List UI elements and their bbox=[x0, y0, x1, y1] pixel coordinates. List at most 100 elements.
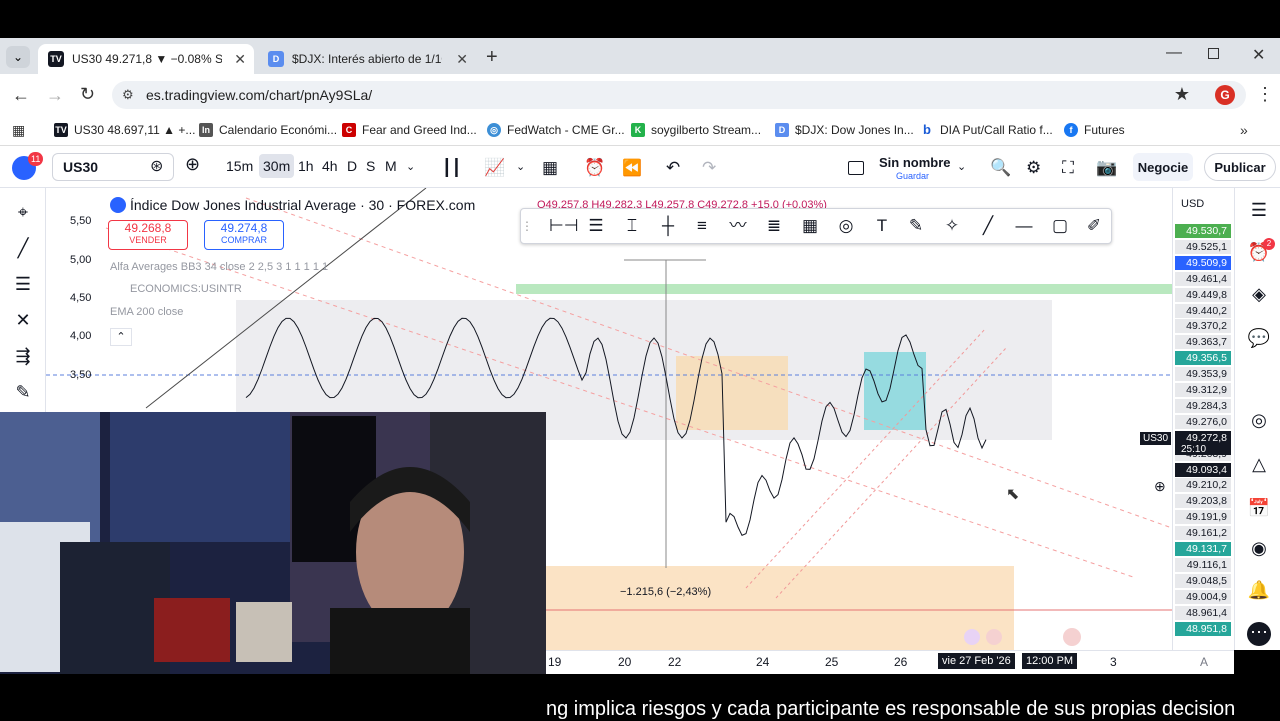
horizontal-ray-icon[interactable]: — bbox=[1013, 215, 1035, 237]
interval-15m[interactable]: 15m bbox=[226, 158, 253, 174]
event-icon-3[interactable] bbox=[1063, 628, 1081, 646]
close-tab-icon[interactable]: ✕ bbox=[234, 51, 246, 68]
profile-avatar[interactable]: G bbox=[1215, 85, 1235, 105]
rectangle-icon[interactable]: ▢ bbox=[1049, 215, 1071, 237]
snapshot-icon[interactable]: 📷 bbox=[1096, 158, 1117, 178]
ideas-icon[interactable]: ◎ bbox=[1247, 410, 1271, 434]
crosshair-add-icon[interactable]: ⊕ bbox=[1154, 478, 1166, 495]
tab-us30[interactable]: TV US30 49.271,8 ▼ −0.08% Sin no ✕ bbox=[38, 44, 254, 74]
restore-icon[interactable] bbox=[1208, 48, 1219, 59]
sell-button[interactable]: 49.268,8 VENDER bbox=[108, 220, 188, 250]
event-icon-2[interactable] bbox=[986, 629, 1002, 645]
reload-icon[interactable]: ↻ bbox=[80, 84, 95, 105]
pencil-icon[interactable]: ✎ bbox=[905, 215, 927, 237]
bookmark-fedwatch[interactable]: ◎ FedWatch - CME Gr... bbox=[487, 123, 625, 137]
layout-checkbox[interactable] bbox=[848, 161, 864, 175]
pattern-icon[interactable]: ✕ bbox=[12, 310, 34, 332]
tab-search-button[interactable]: ⌄ bbox=[6, 46, 30, 68]
cursor-icon[interactable]: ⌖ bbox=[12, 202, 34, 224]
vertical-line-icon[interactable]: ┼ bbox=[657, 215, 679, 237]
bookmark-calendario[interactable]: In Calendario Económi... bbox=[199, 123, 337, 137]
indicator-ema[interactable]: EMA 200 close bbox=[110, 306, 183, 318]
layers-icon[interactable]: ◈ bbox=[1247, 284, 1271, 308]
layout-dropdown-icon[interactable]: ⌄ bbox=[957, 160, 966, 173]
ray-icon[interactable]: ╱ bbox=[977, 215, 999, 237]
bookmark-us30[interactable]: TV US30 48.697,11 ▲ +... bbox=[54, 123, 195, 137]
back-icon[interactable]: ← bbox=[12, 85, 30, 106]
text-cursor-icon[interactable]: ⌶ bbox=[621, 215, 643, 237]
quick-search-icon[interactable]: 🔍 bbox=[990, 158, 1011, 178]
interval-4h[interactable]: 4h bbox=[322, 158, 338, 174]
bookmark-soygilberto[interactable]: Ksoygilberto Stream... bbox=[631, 123, 761, 137]
trade-button[interactable]: Negocie bbox=[1133, 153, 1193, 181]
interval-1h[interactable]: 1h bbox=[298, 158, 314, 174]
drag-handle-icon[interactable]: ⋮ bbox=[521, 215, 533, 237]
pattern-tool-icon[interactable]: ✧ bbox=[941, 215, 963, 237]
interval-dropdown-icon[interactable]: ⌄ bbox=[406, 160, 415, 173]
bookmark-fear-greed[interactable]: C Fear and Greed Ind... bbox=[342, 123, 477, 137]
add-symbol-icon[interactable]: ⊕ bbox=[185, 154, 200, 175]
hotlist-icon[interactable]: △ bbox=[1247, 454, 1271, 478]
grid-icon[interactable]: ▦ bbox=[799, 215, 821, 237]
interval-s[interactable]: S bbox=[366, 158, 375, 174]
date-range-icon[interactable]: ⊢⊣ bbox=[549, 215, 579, 237]
close-tab-icon[interactable]: ✕ bbox=[456, 51, 468, 68]
interval-m[interactable]: M bbox=[385, 158, 397, 174]
fullscreen-icon[interactable]: ⛶ bbox=[1062, 158, 1074, 178]
undo-icon[interactable]: ↶ bbox=[666, 158, 680, 178]
site-info-icon[interactable]: ⚙ bbox=[122, 87, 134, 103]
redo-icon[interactable]: ↷ bbox=[702, 158, 716, 178]
trend-line-icon[interactable]: ╱ bbox=[12, 238, 34, 260]
more-bookmarks-icon[interactable]: » bbox=[1240, 122, 1248, 138]
apps-grid-icon[interactable]: ▦ bbox=[12, 122, 25, 139]
indicator-usintr[interactable]: ECONOMICS:USINTR bbox=[130, 283, 242, 295]
time-axis[interactable]: 19 20 22 24 25 26 vie 27 Feb '26 12:00 P… bbox=[546, 650, 1234, 674]
price-range-icon[interactable]: ☰ bbox=[585, 215, 607, 237]
publish-button[interactable]: Publicar bbox=[1204, 153, 1276, 181]
alert-icon[interactable]: ⏰ bbox=[584, 158, 605, 178]
indicators-icon[interactable]: 📈 bbox=[484, 158, 505, 178]
interval-30m[interactable]: 30m bbox=[259, 154, 295, 178]
candle-type-icon[interactable]: ┃┃ bbox=[442, 158, 461, 178]
layouts-icon[interactable]: ▦ bbox=[542, 158, 558, 178]
fib-icon[interactable]: ☰ bbox=[12, 274, 34, 296]
layout-name[interactable]: Sin nombre bbox=[879, 155, 951, 170]
calendar-icon[interactable]: 📅 bbox=[1247, 498, 1271, 522]
bookmark-djx[interactable]: D $DJX: Dow Jones In... bbox=[775, 123, 914, 137]
streams-icon[interactable]: ◉ bbox=[1247, 538, 1271, 562]
collapse-legend-icon[interactable]: ⌃ bbox=[110, 328, 132, 346]
currency-selector[interactable]: USD bbox=[1181, 198, 1204, 210]
forward-icon[interactable]: → bbox=[46, 85, 64, 106]
forecast-icon[interactable]: ⇶ bbox=[12, 346, 34, 368]
browser-menu-icon[interactable]: ⋮ bbox=[1256, 84, 1274, 105]
chat-icon[interactable]: 💬 bbox=[1247, 328, 1271, 352]
close-window-icon[interactable]: ✕ bbox=[1252, 45, 1265, 65]
interval-d[interactable]: D bbox=[347, 158, 357, 174]
new-tab-icon[interactable]: + bbox=[486, 46, 498, 69]
event-icon-1[interactable] bbox=[964, 629, 980, 645]
indicators-dropdown-icon[interactable]: ⌄ bbox=[516, 160, 525, 173]
bookmark-star-icon[interactable]: ★ bbox=[1174, 84, 1190, 105]
brush-icon[interactable]: ✎ bbox=[12, 382, 34, 404]
auto-scale-button[interactable]: A bbox=[1200, 655, 1208, 669]
price-axis[interactable]: USD 49.530,7 49.525,1 49.509,9 49.461,4 49.4… bbox=[1172, 188, 1234, 650]
compare-icon[interactable]: ⊛ bbox=[150, 156, 163, 176]
settings-icon[interactable]: ⚙ bbox=[1026, 158, 1041, 178]
watchlist-icon[interactable]: ☰ bbox=[1247, 200, 1271, 224]
replay-icon[interactable]: ⏪ bbox=[622, 158, 642, 178]
indicator-bb[interactable]: Alfa Averages BB3 34 close 2 2,5 3 1 1 1… bbox=[110, 261, 328, 273]
buy-button[interactable]: 49.274,8 COMPRAR bbox=[204, 220, 284, 250]
tab-djx[interactable]: D $DJX: Interés abierto de 1/100 ✕ bbox=[258, 44, 476, 74]
minimize-icon[interactable]: — bbox=[1166, 44, 1182, 62]
text-icon[interactable]: T bbox=[871, 215, 893, 237]
address-field[interactable]: ⚙ es.tradingview.com/chart/pnAy9SLa/ ★ bbox=[112, 81, 1246, 109]
fib-levels-icon[interactable]: ≣ bbox=[763, 215, 785, 237]
brush-tool-icon[interactable]: ✐ bbox=[1083, 215, 1105, 237]
path-icon[interactable]: 〰 bbox=[727, 215, 749, 237]
apps-icon[interactable]: ⋯ bbox=[1247, 622, 1271, 646]
bookmark-futures[interactable]: f Futures bbox=[1064, 123, 1125, 137]
bookmark-dia-ratio[interactable]: b DIA Put/Call Ratio f... bbox=[920, 123, 1053, 137]
circle-icon[interactable]: ◎ bbox=[835, 215, 857, 237]
notifications-icon[interactable]: 🔔 bbox=[1247, 580, 1271, 604]
horizontal-lines-icon[interactable]: ≡ bbox=[691, 215, 713, 237]
